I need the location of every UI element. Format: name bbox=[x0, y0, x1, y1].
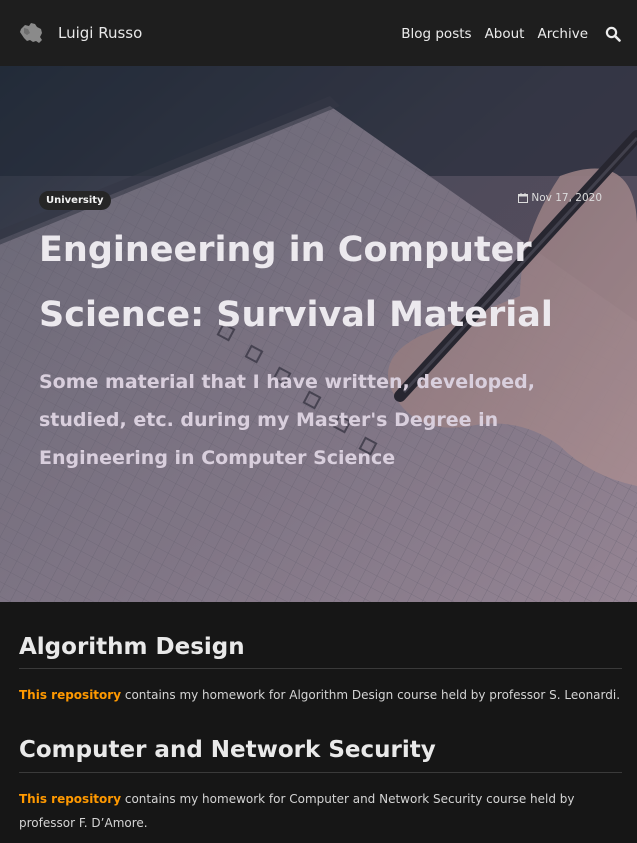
section-paragraph-text: contains my homework for Algorithm Desig… bbox=[121, 688, 621, 702]
section-heading-network-security: Computer and Network Security bbox=[19, 737, 436, 763]
nav-item-about[interactable]: About bbox=[485, 22, 525, 46]
post-date-text: Nov 17, 2020 bbox=[531, 192, 602, 204]
navbar: Luigi Russo Blog posts About Archive bbox=[0, 0, 637, 66]
nav-item-archive[interactable]: Archive bbox=[537, 22, 588, 46]
post-content: Algorithm Design This repository contain… bbox=[0, 602, 637, 843]
category-tag[interactable]: University bbox=[39, 191, 111, 210]
section-divider bbox=[19, 772, 622, 773]
brand-name: Luigi Russo bbox=[58, 24, 143, 42]
italy-map-icon bbox=[20, 23, 42, 43]
brand-link[interactable]: Luigi Russo bbox=[18, 20, 142, 46]
post-title: Engineering in Computer Science: Surviva… bbox=[39, 230, 553, 335]
hero-header: University Nov 17, 2020 Engineering in C… bbox=[0, 66, 637, 602]
repository-link[interactable]: This repository bbox=[19, 792, 121, 806]
section-heading-algorithm-design: Algorithm Design bbox=[19, 634, 245, 660]
nav-item-blog-posts[interactable]: Blog posts bbox=[401, 22, 471, 46]
section-divider bbox=[19, 668, 622, 669]
post-date: Nov 17, 2020 bbox=[518, 192, 602, 204]
search-icon[interactable] bbox=[605, 26, 621, 42]
section-paragraph: This repository contains my homework for… bbox=[19, 683, 624, 707]
section-paragraph: This repository contains my homework for… bbox=[19, 787, 624, 835]
repository-link[interactable]: This repository bbox=[19, 688, 121, 702]
nav-menu: Blog posts About Archive bbox=[388, 22, 621, 46]
calendar-icon bbox=[518, 193, 529, 203]
post-subtitle: Some material that I have written, devel… bbox=[39, 371, 535, 469]
